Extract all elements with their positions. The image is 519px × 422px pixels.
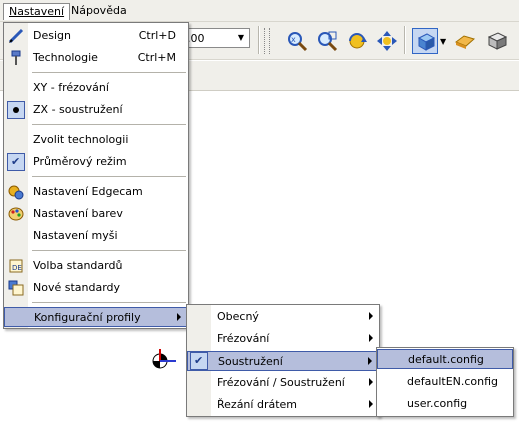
submenu-arrow-icon [369,334,373,342]
menu-item-label: Konfigurační profily [34,311,141,324]
menu-item-label: Zvolit technologii [33,133,129,146]
submenu-arrow-icon [369,400,373,408]
zoom-window-icon[interactable]: x [284,28,310,54]
menu-item-choose-standards[interactable]: DE Volba standardů [4,256,188,276]
menu-item-label: Nastavení myši [33,229,118,242]
menu-item-design[interactable]: Design Ctrl+D [4,26,188,46]
menu-item-diameter-mode[interactable]: ✔ Průměrový režim [4,152,188,172]
menu-item-user-config[interactable]: user.config [377,394,513,414]
submenu-arrow-icon [369,378,373,386]
menu-item-label: Frézování / Soustružení [217,376,345,389]
submenu-arrow-icon [369,312,373,320]
menu-item-zx-turning[interactable]: ZX - soustružení [4,100,188,120]
menu-nastaveni-label: Nastavení [9,5,65,18]
palette-icon [7,205,25,223]
menu-item-xy-milling[interactable]: XY - frézování [4,78,188,98]
pan-view-icon[interactable] [374,28,400,54]
svg-text:DE: DE [12,264,22,272]
rotate-view-icon[interactable] [344,28,370,54]
app-window: Nastavení Nápověda .00 ▼ x ▼ Design Ctrl… [0,0,519,422]
combo-value: .00 [187,32,205,45]
chevron-down-icon[interactable]: ▼ [440,37,446,46]
menu-item-edgecam-settings[interactable]: Nastavení Edgecam [4,182,188,202]
menu-item-technologie[interactable]: Technologie Ctrl+M [4,48,188,68]
menu-item-mouse-settings[interactable]: Nastavení myši [4,226,188,246]
value-combo[interactable]: .00 ▼ [180,28,250,48]
menu-bar: Nastavení Nápověda [0,0,519,22]
menu-item-config-profiles[interactable]: Konfigurační profily [4,307,188,327]
settings-gears-icon [7,183,25,201]
menu-separator [32,72,186,73]
menu-item-default-config[interactable]: default.config [377,349,513,369]
menu-item-label: Průměrový režim [33,155,127,168]
svg-text:x: x [291,35,296,44]
menu-item-choose-technology[interactable]: Zvolit technologii [4,130,188,150]
menu-item-label: Frézování [217,332,270,345]
menu-item-label: Řezání drátem [217,398,297,411]
menu-separator [32,124,186,125]
checkmark-icon: ✔ [190,352,208,370]
menu-item-label: Nastavení Edgecam [33,185,143,198]
new-standards-icon [7,279,25,297]
origin-axis-icon [150,347,178,375]
menu-item-wire-cutting[interactable]: Řezání drátem [187,395,379,415]
wireframe-view-icon[interactable] [484,28,510,54]
submenu-arrow-icon [177,313,181,321]
menu-item-color-settings[interactable]: Nastavení barev [4,204,188,224]
config-profiles-submenu: Obecný Frézování ✔ Soustružení Frézování… [186,304,380,417]
turning-config-submenu: default.config defaultEN.config user.con… [376,347,514,417]
menu-item-general[interactable]: Obecný [187,307,379,327]
menu-item-new-standards[interactable]: Nové standardy [4,278,188,298]
shaded-view-icon[interactable] [452,28,478,54]
menu-item-label: defaultEN.config [407,375,499,388]
menu-item-label: ZX - soustružení [33,103,123,116]
menu-item-turning[interactable]: ✔ Soustružení [187,351,379,371]
zoom-extents-icon[interactable] [314,28,340,54]
menu-item-label: Obecný [217,310,259,323]
menu-item-label: XY - frézování [33,81,109,94]
radio-selected-icon [7,101,25,119]
menu-separator [32,302,186,303]
menu-napoveda-label: Nápověda [71,4,127,17]
settings-menu: Design Ctrl+D Technologie Ctrl+M XY - fr… [3,22,189,329]
menu-item-label: default.config [408,353,484,366]
menu-item-shortcut: Ctrl+M [137,51,176,64]
toolbar-separator [404,26,406,54]
menu-item-label: Design [33,29,71,42]
submenu-arrow-icon [368,357,372,365]
menu-item-label: Nastavení barev [33,207,123,220]
menu-item-shortcut: Ctrl+D [138,29,176,42]
toolbar-grip[interactable] [264,28,270,54]
checkmark-icon: ✔ [7,153,25,171]
menu-item-label: Volba standardů [33,259,123,272]
standards-document-icon: DE [7,257,25,275]
menu-item-label: user.config [407,397,468,410]
drill-icon [7,49,25,67]
menu-item-label: Soustružení [218,355,283,368]
menu-item-milling-turning[interactable]: Frézování / Soustružení [187,373,379,393]
menu-item-label: Nové standardy [33,281,121,294]
menu-separator [32,250,186,251]
chevron-down-icon[interactable]: ▼ [235,31,247,45]
menu-napoveda[interactable]: Nápověda [66,3,132,20]
menu-item-milling[interactable]: Frézování [187,329,379,349]
menu-item-defaulten-config[interactable]: defaultEN.config [377,372,513,392]
menu-separator [32,176,186,177]
menu-item-label: Technologie [33,51,98,64]
toolbar-separator [258,26,260,54]
menu-nastaveni[interactable]: Nastavení [3,3,71,20]
iso-view-icon[interactable] [412,28,438,54]
pencil-icon [7,27,25,45]
